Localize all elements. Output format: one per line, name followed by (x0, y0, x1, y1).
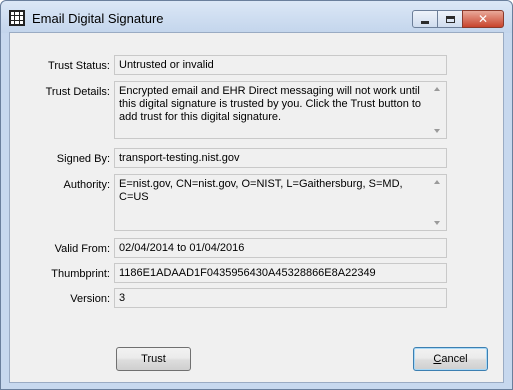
window-title: Email Digital Signature (32, 11, 164, 26)
authority-field[interactable]: E=nist.gov, CN=nist.gov, O=NIST, L=Gaith… (114, 174, 447, 231)
cancel-accelerator: C (433, 353, 442, 365)
trust-details-text: Encrypted email and EHR Direct messaging… (119, 85, 422, 123)
trust-details-scrollbar[interactable] (429, 82, 446, 138)
signed-by-field[interactable]: transport-testing.nist.gov (114, 148, 447, 168)
valid-from-field[interactable]: 02/04/2014 to 01/04/2016 (114, 238, 447, 258)
minimize-button[interactable] (412, 10, 438, 28)
maximize-button[interactable] (437, 10, 463, 28)
trust-status-label: Trust Status: (48, 60, 110, 72)
grid-icon (9, 10, 25, 26)
scroll-up-arrow-icon[interactable] (434, 180, 440, 184)
minimize-icon (421, 20, 429, 24)
valid-from-label: Valid From: (54, 243, 110, 255)
version-label: Version: (70, 293, 110, 305)
close-button[interactable]: ✕ (462, 10, 504, 28)
cancel-label-rest: ancel (441, 353, 468, 365)
trust-details-label: Trust Details: (45, 86, 110, 98)
title-bar[interactable]: Email Digital Signature ✕ (1, 1, 512, 33)
maximize-icon (445, 15, 455, 23)
authority-label: Authority: (63, 179, 110, 191)
version-field[interactable]: 3 (114, 288, 447, 308)
thumbprint-label: Thumbprint: (51, 268, 110, 280)
authority-text: E=nist.gov, CN=nist.gov, O=NIST, L=Gaith… (119, 178, 403, 203)
trust-status-field[interactable]: Untrusted or invalid (114, 55, 447, 75)
scroll-up-arrow-icon[interactable] (434, 87, 440, 91)
scroll-down-arrow-icon[interactable] (434, 221, 440, 225)
scroll-down-arrow-icon[interactable] (434, 129, 440, 133)
signed-by-label: Signed By: (56, 153, 110, 165)
thumbprint-field[interactable]: 1186E1ADAAD1F0435956430A45328866E8A22349 (114, 263, 447, 283)
trust-details-field[interactable]: Encrypted email and EHR Direct messaging… (114, 81, 447, 139)
trust-button[interactable]: Trust (116, 347, 191, 371)
cancel-button[interactable]: Cancel (413, 347, 488, 371)
close-icon: ✕ (477, 12, 489, 26)
authority-scrollbar[interactable] (429, 175, 446, 230)
dialog-body: Trust Status: Untrusted or invalid Trust… (9, 32, 504, 383)
dialog-window: Email Digital Signature ✕ Trust Status: … (0, 0, 513, 390)
caption-buttons: ✕ (412, 10, 504, 28)
